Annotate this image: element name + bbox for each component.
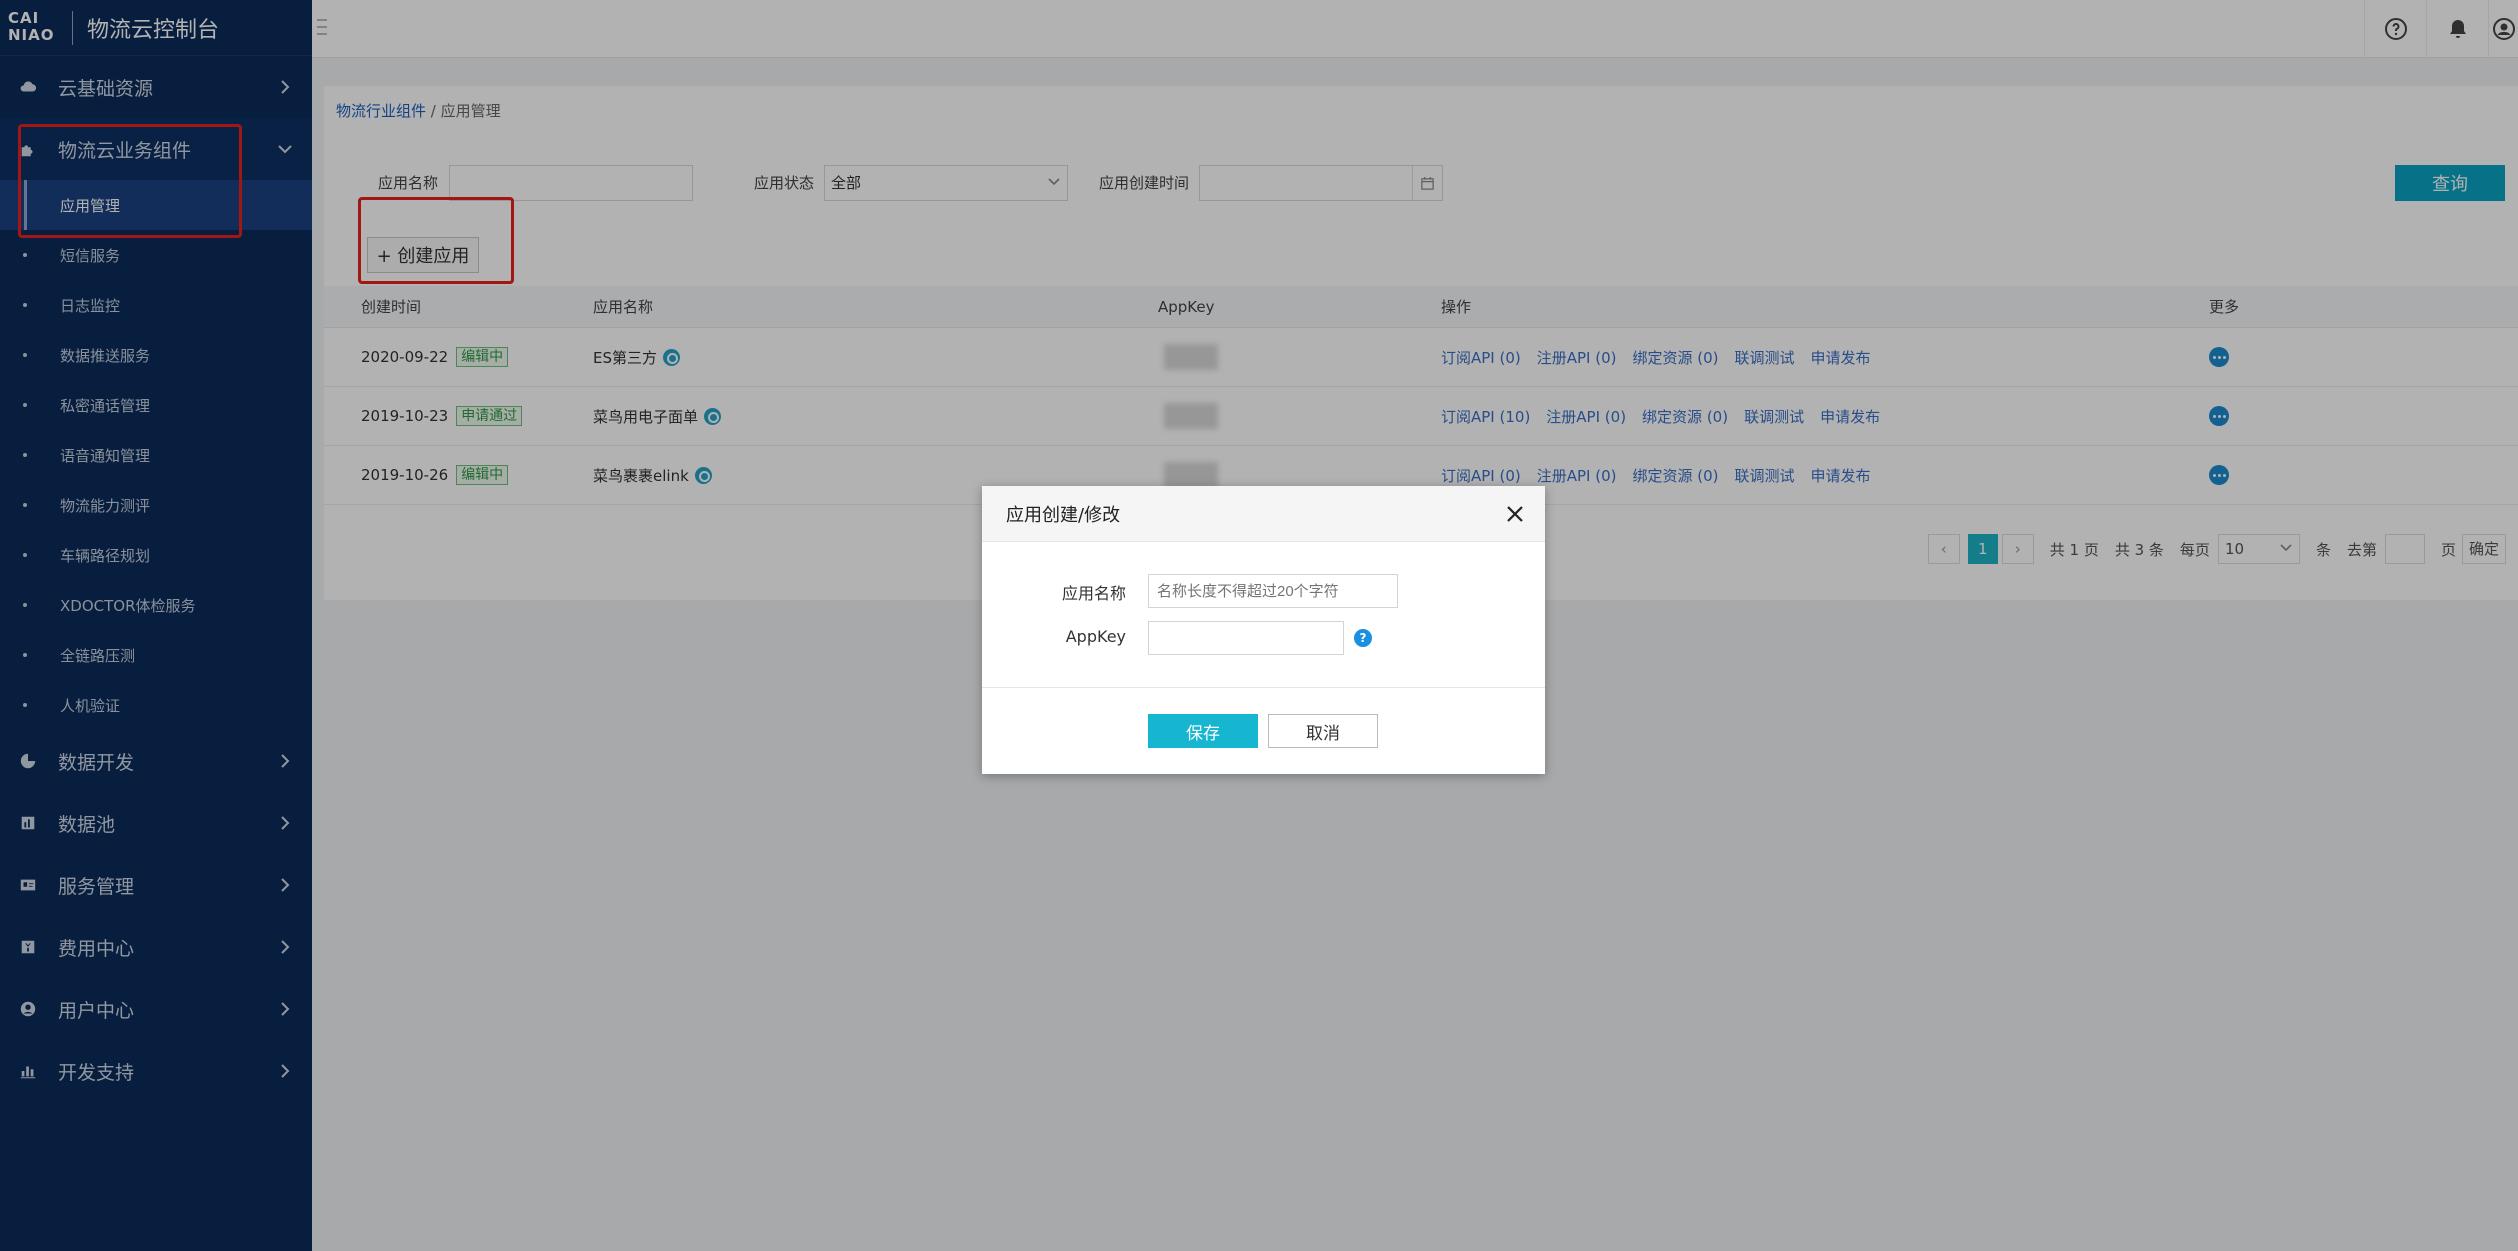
help-icon[interactable]: ? [1354, 629, 1372, 647]
appkey-input[interactable] [1148, 621, 1344, 655]
close-icon[interactable] [1503, 502, 1527, 526]
dialog-footer-divider [982, 687, 1545, 688]
cancel-button[interactable]: 取消 [1268, 714, 1378, 748]
dialog-appkey-label: AppKey [1065, 627, 1126, 646]
app-edit-dialog: 应用创建/修改 应用名称 AppKey ? 保存 取消 [982, 486, 1545, 774]
app-name-input[interactable] [1148, 574, 1398, 608]
save-button[interactable]: 保存 [1148, 714, 1258, 748]
dialog-title: 应用创建/修改 [1006, 505, 1121, 526]
dialog-header: 应用创建/修改 [982, 486, 1545, 542]
dialog-name-label: 应用名称 [1062, 584, 1127, 603]
